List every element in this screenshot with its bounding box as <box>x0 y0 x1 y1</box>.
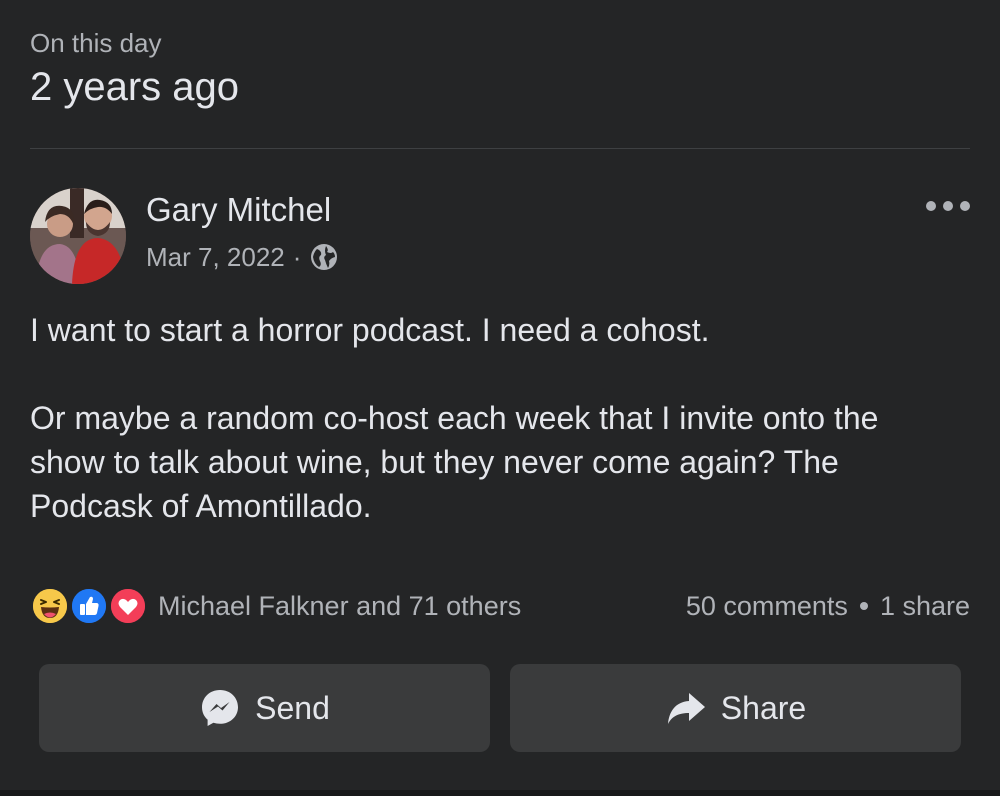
send-label: Send <box>255 689 330 726</box>
post-date[interactable]: Mar 7, 2022 <box>146 240 285 274</box>
count-separator <box>859 602 868 610</box>
avatar[interactable] <box>30 188 126 284</box>
divider <box>30 148 970 149</box>
post-actions: Send Share <box>39 664 961 752</box>
like-reaction-icon <box>69 586 109 626</box>
globe-icon <box>309 242 339 272</box>
more-options-dot <box>943 201 953 211</box>
reactors-text[interactable]: Michael Falkner and 71 others <box>158 591 521 622</box>
post-paragraph-2: Or maybe a random co-host each week that… <box>30 400 879 524</box>
memory-title: 2 years ago <box>30 65 240 109</box>
comments-count[interactable]: 50 comments <box>686 591 848 622</box>
more-options-dot <box>960 201 970 211</box>
avatar-photo <box>30 188 126 284</box>
post-meta: Mar 7, 2022 · <box>146 240 339 274</box>
memory-post-card: On this day 2 years ago Gary Mitchel Mar… <box>0 0 1000 796</box>
engagement-counts: 50 comments 1 share <box>686 591 970 622</box>
love-reaction-icon <box>108 586 148 626</box>
meta-separator: · <box>292 242 302 272</box>
more-options-button[interactable] <box>926 194 970 218</box>
post-body: I want to start a horror podcast. I need… <box>30 308 960 528</box>
memory-label: On this day <box>30 28 162 58</box>
bottom-divider <box>0 790 1000 796</box>
send-button[interactable]: Send <box>39 664 490 752</box>
share-arrow-icon <box>665 687 707 729</box>
haha-reaction-icon <box>30 586 70 626</box>
engagement-row: Michael Falkner and 71 others 50 comment… <box>30 584 970 628</box>
post-paragraph-1: I want to start a horror podcast. I need… <box>30 312 710 348</box>
more-options-icon <box>926 201 936 211</box>
reactions-summary[interactable]: Michael Falkner and 71 others <box>30 586 521 626</box>
memory-header: On this day 2 years ago <box>30 26 239 112</box>
post-header: Gary Mitchel Mar 7, 2022 · <box>30 188 970 286</box>
share-button[interactable]: Share <box>510 664 961 752</box>
shares-count[interactable]: 1 share <box>880 591 970 622</box>
share-label: Share <box>720 689 807 726</box>
reaction-icons <box>30 586 148 626</box>
author-name[interactable]: Gary Mitchel <box>146 190 331 230</box>
messenger-icon <box>199 687 241 729</box>
